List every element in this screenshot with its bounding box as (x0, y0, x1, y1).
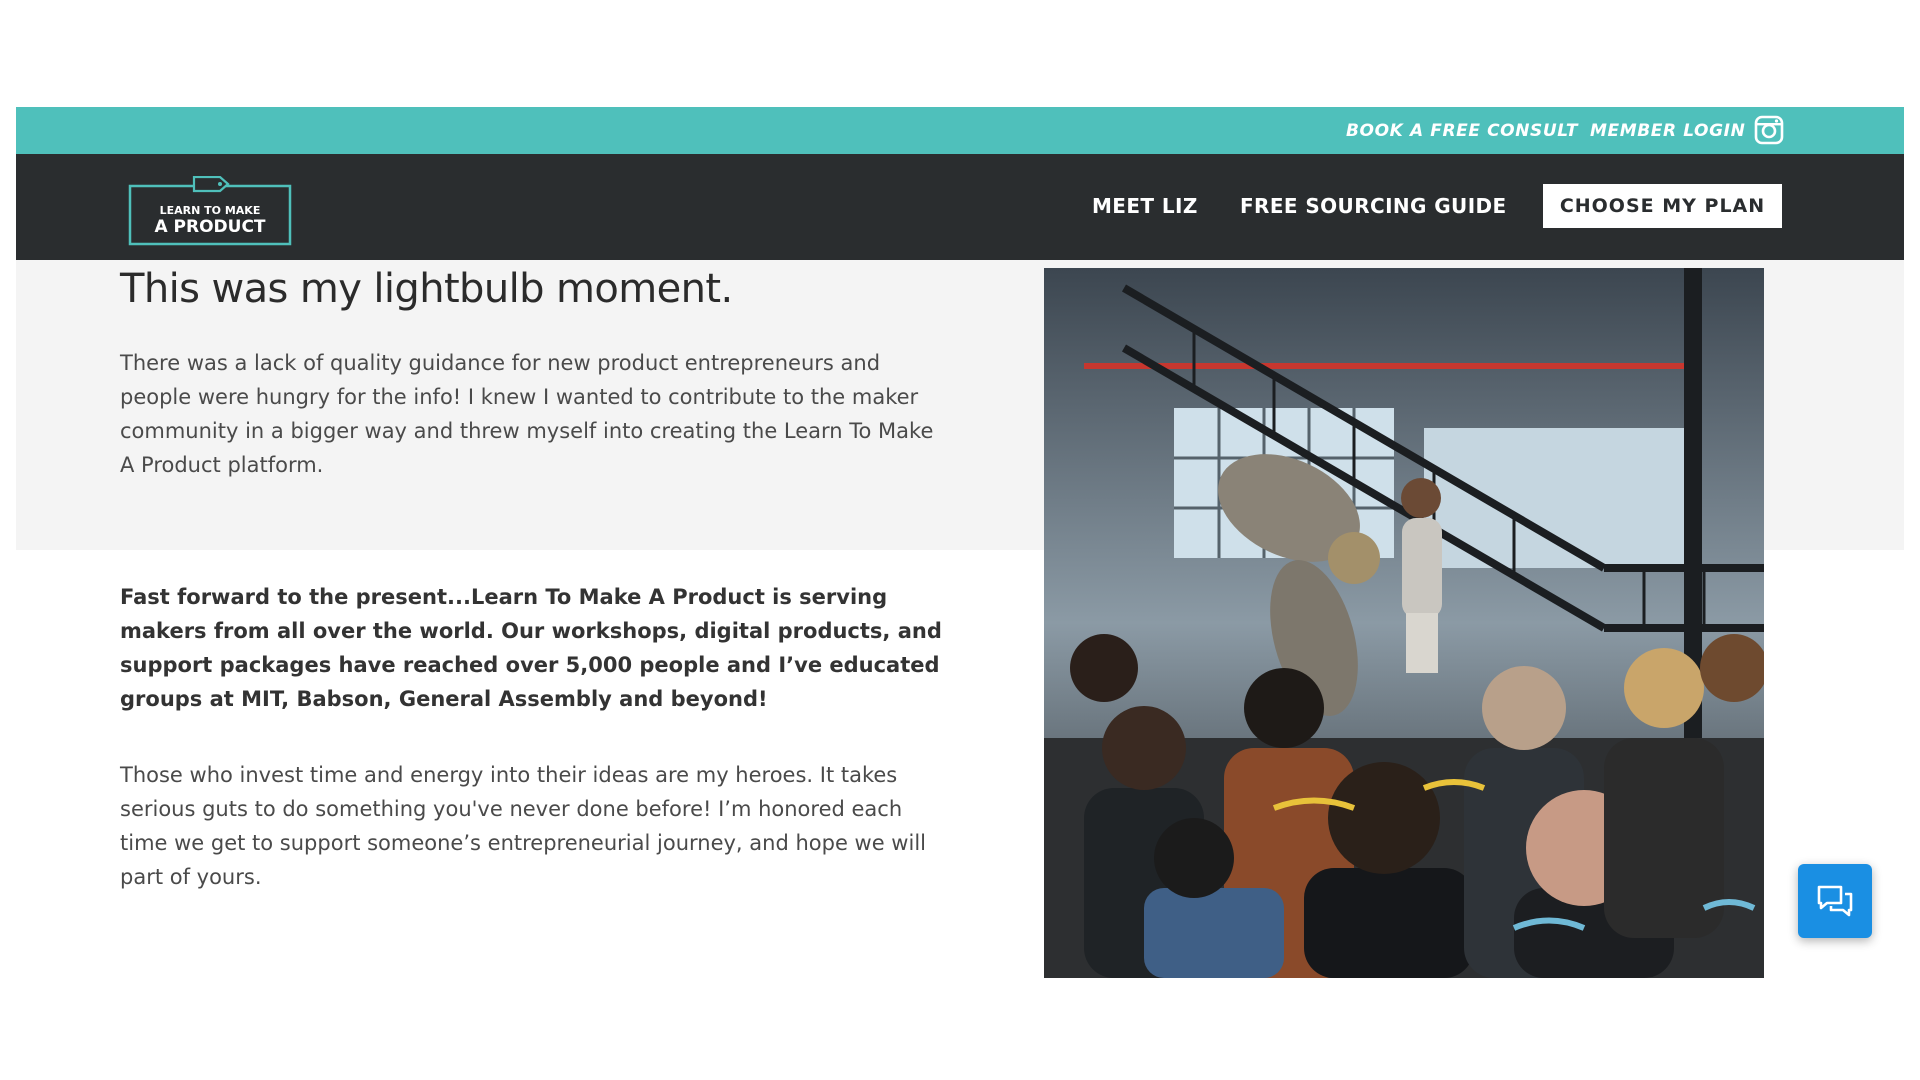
member-login-link[interactable]: MEMBER LOGIN (1590, 121, 1745, 141)
intro-paragraph: There was a lack of quality guidance for… (120, 351, 934, 477)
logo-line1: LEARN TO MAKE (160, 204, 261, 217)
book-consult-link[interactable]: BOOK A FREE CONSULT (1346, 121, 1578, 141)
logo-line2: A PRODUCT (154, 217, 265, 237)
page-heading: This was my lightbulb moment. (120, 266, 733, 312)
workshop-photo (1044, 268, 1764, 978)
chat-widget-button[interactable] (1798, 864, 1872, 938)
choose-plan-button[interactable]: CHOOSE MY PLAN (1543, 184, 1782, 228)
workshop-photo-illustration (1044, 268, 1764, 978)
utility-bar: BOOK A FREE CONSULT MEMBER LOGIN (16, 107, 1904, 154)
closing-paragraph: Those who invest time and energy into th… (120, 763, 926, 889)
chat-bubbles-icon (1817, 885, 1853, 917)
nav-meet-liz[interactable]: MEET LIZ (1092, 194, 1198, 218)
site-logo[interactable]: LEARN TO MAKE A PRODUCT (128, 176, 292, 246)
highlight-paragraph: Fast forward to the present...Learn To M… (120, 585, 942, 711)
nav-free-sourcing-guide[interactable]: FREE SOURCING GUIDE (1240, 194, 1507, 218)
instagram-icon[interactable] (1754, 115, 1784, 145)
main-nav: LEARN TO MAKE A PRODUCT MEET LIZ FREE SO… (16, 154, 1904, 260)
